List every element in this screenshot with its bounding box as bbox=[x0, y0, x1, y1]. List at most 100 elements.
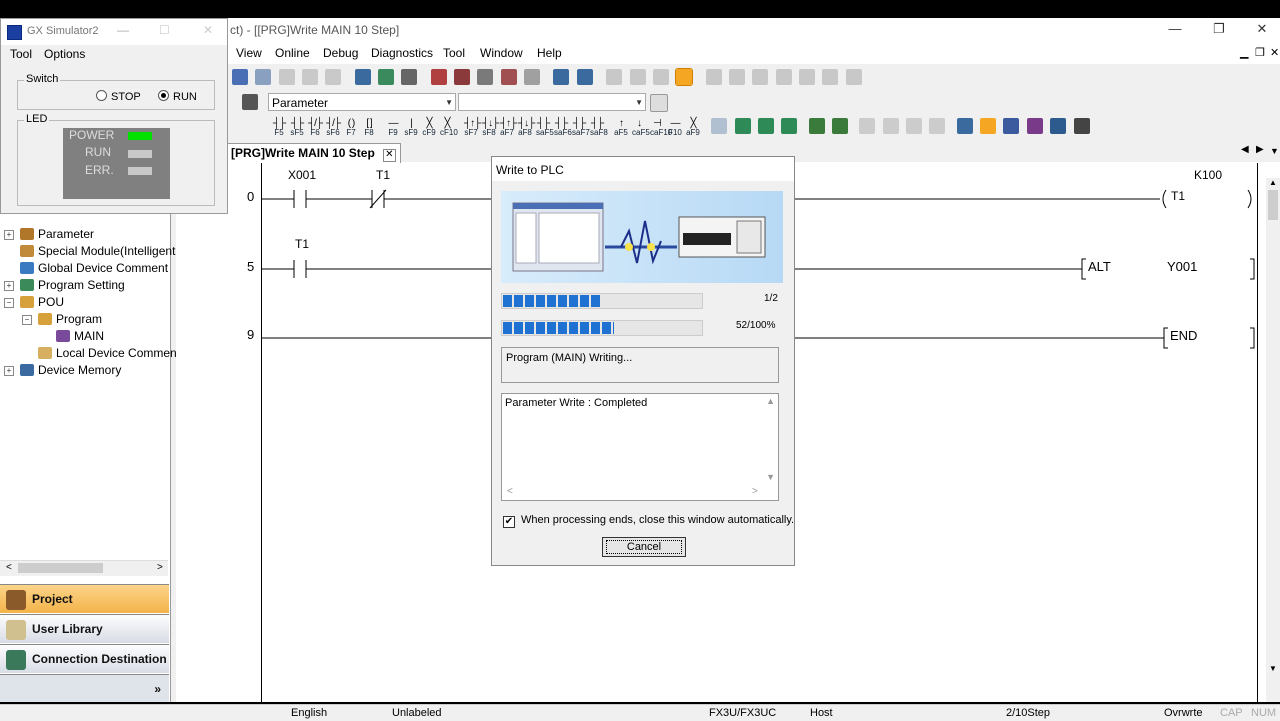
menu-help[interactable]: Help bbox=[537, 46, 562, 60]
menu-view[interactable]: View bbox=[236, 46, 262, 60]
convert-icon[interactable] bbox=[758, 118, 775, 134]
read-plc-icon[interactable] bbox=[354, 69, 371, 85]
tab-close-icon[interactable]: ✕ bbox=[382, 149, 396, 162]
fkey-caf10-button[interactable]: ⊣ caF10 bbox=[650, 119, 672, 138]
copy-icon[interactable] bbox=[255, 69, 272, 85]
ladder-tool6-icon[interactable] bbox=[822, 69, 839, 85]
transfer-back-icon[interactable] bbox=[454, 69, 471, 85]
verify-plc-icon[interactable] bbox=[401, 69, 418, 85]
fkey-saf7-button[interactable]: ┤├ saF7 bbox=[572, 119, 590, 138]
fkey-f5-button[interactable]: ┤├ F5 bbox=[272, 119, 286, 138]
paste-icon[interactable] bbox=[278, 69, 295, 85]
nav-connection-destination-button[interactable]: Connection Destination bbox=[0, 644, 169, 673]
menu-online[interactable]: Online bbox=[275, 46, 310, 60]
log-box[interactable]: Parameter Write : Completed ▲ ▼ < > bbox=[501, 393, 779, 501]
tree-item[interactable]: Program Setting bbox=[20, 277, 125, 294]
batch-monitor-icon[interactable] bbox=[606, 69, 623, 85]
redo-icon[interactable] bbox=[325, 69, 342, 85]
fkey-f10-button[interactable]: — F10 bbox=[668, 119, 682, 138]
note-icon[interactable] bbox=[832, 118, 849, 134]
ladder-mode-icon[interactable] bbox=[980, 118, 997, 134]
stop-radio[interactable]: STOP bbox=[96, 90, 141, 103]
magnifier-icon[interactable] bbox=[1073, 118, 1090, 134]
monitor-write-icon[interactable] bbox=[576, 69, 593, 85]
fkey-f7-button[interactable]: ( ) F7 bbox=[344, 119, 358, 138]
tab-scroll-right-icon[interactable]: ▶ bbox=[1256, 144, 1264, 155]
run-radio[interactable]: RUN bbox=[158, 90, 197, 103]
simulation-icon[interactable] bbox=[675, 68, 694, 86]
tree-item[interactable]: Global Device Comment bbox=[20, 260, 168, 277]
menu-window[interactable]: Window bbox=[480, 46, 523, 60]
cut-icon[interactable] bbox=[232, 69, 248, 85]
tree-item[interactable]: Parameter bbox=[20, 226, 94, 243]
fkey-af7-button[interactable]: ┤↑├ aF7 bbox=[500, 119, 517, 138]
tree-expander-icon[interactable]: + bbox=[4, 281, 14, 291]
ladder-tool7-icon[interactable] bbox=[845, 69, 862, 85]
minimize-button[interactable]: — bbox=[1160, 21, 1190, 36]
fkey-f6-button[interactable]: ┤/├ F6 bbox=[308, 119, 323, 138]
tree-expander-icon[interactable]: − bbox=[22, 315, 32, 325]
replace-icon[interactable] bbox=[524, 69, 541, 85]
mdi-minimize-button[interactable]: ▁ bbox=[1240, 46, 1248, 59]
menu-debug[interactable]: Debug bbox=[323, 46, 358, 60]
fkey-af9-button[interactable]: ╳ aF9 bbox=[686, 119, 700, 138]
fkey-sf8-button[interactable]: ┤↓├ sF8 bbox=[482, 119, 499, 138]
binoculars-icon[interactable] bbox=[242, 94, 258, 110]
log-scroll-left-icon[interactable]: < bbox=[507, 486, 513, 497]
fkey-af5-button[interactable]: ↑ aF5 bbox=[614, 119, 628, 138]
search-combo[interactable]: ▼ bbox=[458, 93, 646, 111]
find-device-icon[interactable] bbox=[500, 69, 517, 85]
convert-all-icon[interactable] bbox=[781, 118, 798, 134]
cancel-button[interactable]: Cancel bbox=[602, 537, 686, 557]
edit-icon[interactable] bbox=[734, 118, 751, 134]
horizontal-scrollbar[interactable]: < > bbox=[0, 560, 168, 576]
run-radio-circle[interactable] bbox=[158, 90, 169, 101]
simulator-menu-options[interactable]: Options bbox=[44, 47, 85, 61]
fkey-caf5-button[interactable]: ↓ caF5 bbox=[632, 119, 650, 138]
tab-list-icon[interactable]: ▼ bbox=[1270, 146, 1279, 156]
menu-tool[interactable]: Tool bbox=[443, 46, 465, 60]
tree-item[interactable]: Program bbox=[38, 311, 102, 328]
tree-item[interactable]: MAIN bbox=[56, 328, 104, 345]
stop-radio-circle[interactable] bbox=[96, 90, 107, 101]
undo-icon[interactable] bbox=[302, 69, 319, 85]
fkey-cf9-button[interactable]: ╳ cF9 bbox=[422, 119, 436, 138]
simulator-menu-tool[interactable]: Tool bbox=[10, 47, 32, 61]
simulator-minimize-button[interactable]: — bbox=[117, 23, 129, 37]
log-scroll-up-icon[interactable]: ▲ bbox=[766, 396, 775, 406]
tree-item[interactable]: Device Memory bbox=[20, 362, 121, 379]
fkey-sf6-button[interactable]: ┤/├ sF6 bbox=[326, 119, 341, 138]
auto-close-checkbox[interactable]: ✔ bbox=[503, 516, 515, 528]
tree-expander-icon[interactable]: − bbox=[4, 298, 14, 308]
entry-icon[interactable] bbox=[652, 69, 669, 85]
tree-expander-icon[interactable]: + bbox=[4, 230, 14, 240]
fkey-saf6-button[interactable]: ┤├ saF6 bbox=[554, 119, 572, 138]
monitor-icon[interactable] bbox=[553, 69, 570, 85]
simulator-maximize-button[interactable]: ☐ bbox=[159, 23, 170, 37]
fkey-f8-button[interactable]: [ ] F8 bbox=[362, 119, 376, 138]
zoom-in-icon[interactable] bbox=[882, 118, 899, 134]
fkey-sf9-button[interactable]: | sF9 bbox=[404, 119, 418, 138]
nav-more-button[interactable]: » bbox=[0, 674, 169, 702]
fkey-saf5-button[interactable]: ┤├ saF5 bbox=[536, 119, 554, 138]
fkey-sf7-button[interactable]: ┤↑├ sF7 bbox=[464, 119, 481, 138]
simulator-close-button[interactable]: ✕ bbox=[203, 23, 213, 37]
scroll-up-icon[interactable]: ▲ bbox=[1269, 178, 1277, 187]
tree-item[interactable]: POU bbox=[20, 294, 64, 311]
ladder-tool-icon[interactable] bbox=[705, 69, 722, 85]
fkey-saf8-button[interactable]: ┤├ saF8 bbox=[590, 119, 608, 138]
tree-item[interactable]: Special Module(Intelligent bbox=[20, 243, 175, 260]
mdi-restore-button[interactable]: ❐ bbox=[1255, 46, 1265, 59]
tree-expander-icon[interactable]: + bbox=[4, 366, 14, 376]
find-icon[interactable] bbox=[477, 69, 494, 85]
transfer-icon[interactable] bbox=[430, 69, 447, 85]
parameter-combo[interactable]: Parameter ▼ bbox=[268, 93, 456, 111]
auto-close-option[interactable]: ✔ When processing ends, close this window… bbox=[503, 514, 794, 528]
device-display-icon[interactable] bbox=[906, 118, 923, 134]
menu-diagnostics[interactable]: Diagnostics bbox=[371, 46, 433, 60]
nav-project-button[interactable]: Project bbox=[0, 584, 169, 613]
restore-button[interactable]: ❐ bbox=[1204, 21, 1234, 37]
ladder-tool2-icon[interactable] bbox=[728, 69, 745, 85]
ladder-tool5-icon[interactable] bbox=[798, 69, 815, 85]
log-scroll-down-icon[interactable]: ▼ bbox=[766, 472, 775, 482]
